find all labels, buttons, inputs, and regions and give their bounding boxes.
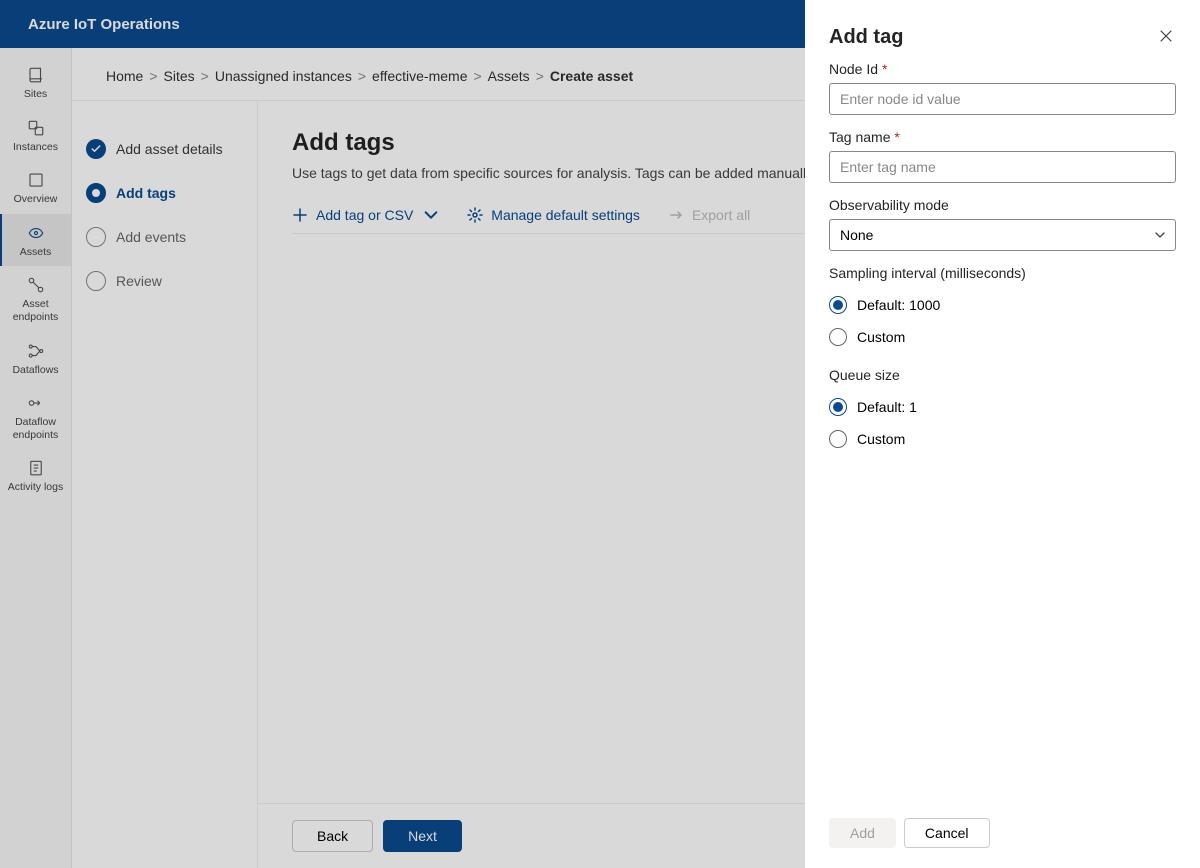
sampling-field: Sampling interval (milliseconds) Default… — [829, 265, 1176, 353]
sampling-custom-radio[interactable]: Custom — [829, 321, 1176, 353]
sampling-default-radio[interactable]: Default: 1000 — [829, 289, 1176, 321]
radio-label: Default: 1000 — [857, 297, 940, 313]
add-tag-panel: Add tag Node Id * Tag name * — [805, 0, 1200, 868]
radio-label: Default: 1 — [857, 399, 917, 415]
tag-name-input[interactable] — [829, 151, 1176, 183]
required-indicator: * — [882, 61, 887, 77]
modal-overlay: Add tag Node Id * Tag name * — [0, 0, 1200, 868]
field-label: Sampling interval (milliseconds) — [829, 265, 1176, 281]
label-text: Node Id — [829, 61, 878, 77]
radio-checked-icon — [829, 296, 847, 314]
field-label: Tag name * — [829, 129, 1176, 145]
panel-footer: Add Cancel — [805, 802, 1200, 868]
radio-unchecked-icon — [829, 430, 847, 448]
radio-checked-icon — [829, 398, 847, 416]
close-button[interactable] — [1156, 26, 1176, 49]
close-icon — [1158, 28, 1174, 44]
tag-name-field: Tag name * — [829, 129, 1176, 183]
radio-label: Custom — [857, 329, 905, 345]
required-indicator: * — [894, 129, 899, 145]
node-id-field: Node Id * — [829, 61, 1176, 115]
field-label: Node Id * — [829, 61, 1176, 77]
field-label: Queue size — [829, 367, 1176, 383]
queue-custom-radio[interactable]: Custom — [829, 423, 1176, 455]
radio-unchecked-icon — [829, 328, 847, 346]
node-id-input[interactable] — [829, 83, 1176, 115]
add-button: Add — [829, 818, 896, 848]
radio-label: Custom — [857, 431, 905, 447]
cancel-button[interactable]: Cancel — [904, 818, 990, 848]
panel-title: Add tag — [829, 26, 903, 49]
label-text: Tag name — [829, 129, 890, 145]
queue-field: Queue size Default: 1 Custom — [829, 367, 1176, 455]
observability-select[interactable]: None — [829, 219, 1176, 251]
panel-header: Add tag — [805, 0, 1200, 61]
field-label: Observability mode — [829, 197, 1176, 213]
observability-field: Observability mode None — [829, 197, 1176, 251]
queue-default-radio[interactable]: Default: 1 — [829, 391, 1176, 423]
